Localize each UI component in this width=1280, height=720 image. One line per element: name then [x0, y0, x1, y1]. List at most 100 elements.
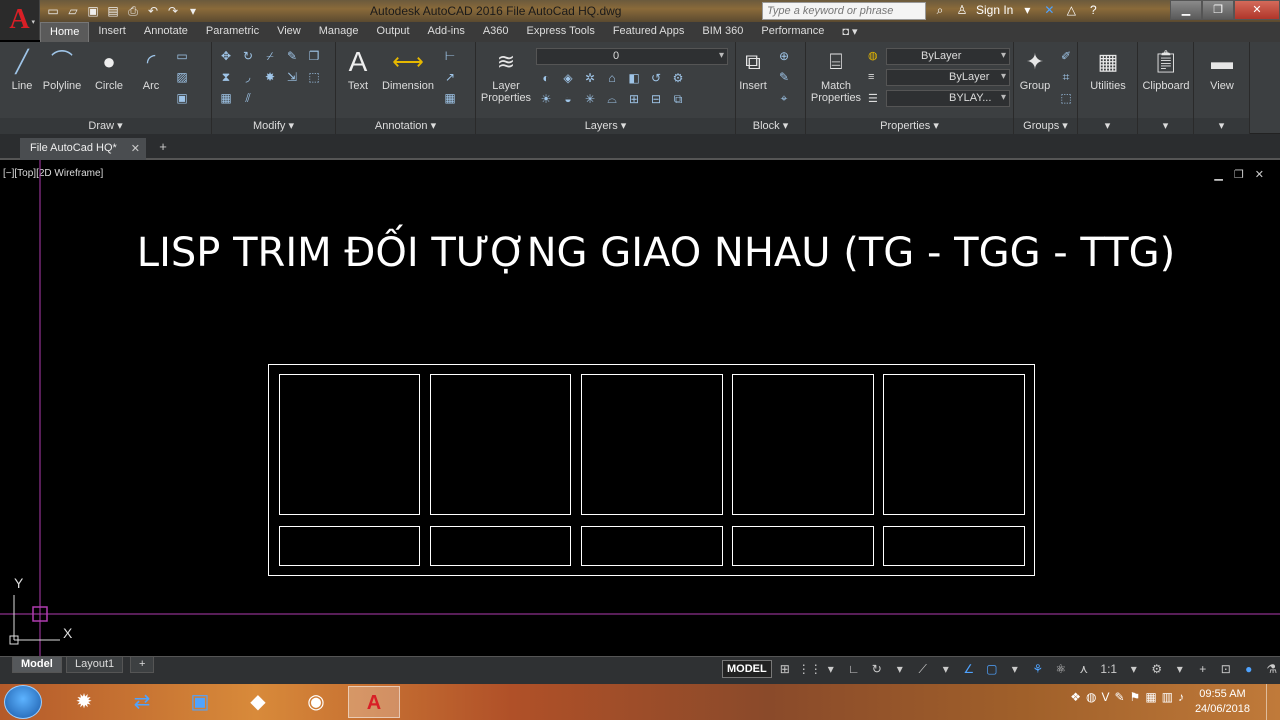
group-edit-icon[interactable]: ⌗ [1058, 69, 1074, 85]
tray-gadget-icon[interactable]: ▦ [1145, 690, 1156, 704]
model-space-button[interactable]: MODEL [722, 660, 772, 678]
open-file-icon[interactable]: ▱ [64, 3, 82, 19]
document-tab[interactable]: File AutoCad HQ* ✕ [20, 138, 146, 160]
table-icon[interactable]: ▦ [442, 90, 458, 106]
view-panel-title[interactable]: ▾ [1194, 118, 1249, 134]
tab-bim-360[interactable]: BIM 360 [693, 22, 752, 42]
tab-express-tools[interactable]: Express Tools [518, 22, 604, 42]
layer-freeze-icon[interactable]: ✲ [582, 70, 598, 86]
search-input[interactable]: Type a keyword or phrase [762, 2, 926, 20]
layer-merge-icon[interactable]: ⊞ [626, 91, 642, 107]
taskbar-teamviewer-icon[interactable]: ⇄ [116, 686, 168, 718]
sign-in-link[interactable]: Sign In [976, 3, 1013, 17]
workspace-gear-icon[interactable]: ⚙ [1147, 659, 1167, 679]
tab-output[interactable]: Output [368, 22, 419, 42]
annotation-monitor-icon[interactable]: + [1193, 659, 1213, 679]
layer-previous-icon[interactable]: ↺ [648, 70, 664, 86]
polar-tracking-icon[interactable]: ↻ [867, 659, 887, 679]
explode-icon[interactable]: ✸ [262, 69, 278, 85]
tray-app-icon[interactable]: ◍ [1086, 690, 1096, 704]
ortho-icon[interactable]: ∟ [844, 659, 864, 679]
workspace-menu-icon[interactable]: ▾ [1170, 659, 1190, 679]
color-dropdown[interactable]: ByLayer [886, 48, 1010, 65]
match-properties-tool[interactable]: ⌸ Match Properties [810, 46, 862, 104]
tab-view[interactable]: View [268, 22, 310, 42]
mirror-icon[interactable]: ⧗ [218, 69, 234, 85]
layer-walk-icon[interactable]: ⚙ [670, 70, 686, 86]
new-file-icon[interactable]: ▭ [44, 3, 62, 19]
block-panel-title[interactable]: Block ▾ [736, 118, 805, 134]
array-icon[interactable]: ▦ [218, 90, 234, 106]
layer-state-icon[interactable]: ◒ [560, 91, 576, 107]
object-snap-icon[interactable]: ▢ [982, 659, 1002, 679]
isodraft-icon[interactable]: ⟋ [913, 659, 933, 679]
hardware-acceleration-icon[interactable]: ⚗ [1262, 659, 1280, 679]
create-block-icon[interactable]: ⊕ [776, 48, 792, 64]
volume-icon[interactable]: ♪ [1178, 690, 1184, 704]
tab-featured-apps[interactable]: Featured Apps [604, 22, 694, 42]
plot-icon[interactable]: ⎙ [124, 3, 142, 19]
tab-insert[interactable]: Insert [89, 22, 135, 42]
taskbar-chrome-icon[interactable]: ◉ [290, 686, 342, 718]
line-tool[interactable]: ╱ Line [4, 46, 40, 92]
properties-panel-title[interactable]: Properties ▾ [806, 118, 1013, 134]
network-icon[interactable]: ▥ [1162, 690, 1173, 704]
osnap-menu-icon[interactable]: ▾ [1005, 659, 1025, 679]
start-button[interactable] [4, 685, 42, 719]
tab-layout1[interactable]: Layout1 [66, 657, 124, 673]
units-icon[interactable]: ⊡ [1216, 659, 1236, 679]
show-desktop-button[interactable] [1266, 684, 1280, 720]
taskbar-autocad-icon[interactable]: A [348, 686, 400, 718]
isolate-objects-icon[interactable]: ● [1239, 659, 1259, 679]
tab-manage[interactable]: Manage [310, 22, 368, 42]
taskbar-app-1-icon[interactable]: ✹ [58, 686, 110, 718]
grid-icon[interactable]: ⊞ [775, 659, 795, 679]
polyline-tool[interactable]: ⌒ Polyline [40, 46, 84, 92]
text-tool[interactable]: A Text [342, 46, 374, 92]
help-icon[interactable]: ? [1085, 2, 1101, 18]
circle-tool[interactable]: ● Circle [90, 46, 128, 92]
insert-block-tool[interactable]: ⧉ Insert [736, 46, 770, 92]
layer-isolate-icon[interactable]: ◈ [560, 70, 576, 86]
new-tab-icon[interactable]: + [154, 140, 172, 156]
move-icon[interactable]: ✥ [218, 48, 234, 64]
leader-icon[interactable]: ↗ [442, 69, 458, 85]
erase-icon[interactable]: ✎ [284, 48, 300, 64]
region-icon[interactable]: ▣ [174, 90, 190, 106]
edit-block-icon[interactable]: ✎ [776, 69, 792, 85]
user-icon[interactable]: ♙ [954, 2, 970, 18]
group-select-icon[interactable]: ⬚ [1058, 90, 1074, 106]
layer-properties-tool[interactable]: ≋ Layer Properties [478, 46, 534, 104]
view-tool[interactable]: ▬ View [1194, 46, 1250, 92]
iso-menu-icon[interactable]: ▾ [936, 659, 956, 679]
layer-lock-icon[interactable]: ⌂ [604, 70, 620, 86]
dimension-tool[interactable]: ⟷ Dimension [380, 46, 436, 92]
binoculars-icon[interactable]: ⌕ [932, 2, 948, 18]
tray-v-icon[interactable]: V [1101, 690, 1109, 704]
scale-menu-icon[interactable]: ▾ [1124, 659, 1144, 679]
drawing-canvas[interactable]: [−][Top][2D Wireframe] ▁ ❐ ✕ LISP TRIM Đ… [0, 160, 1280, 656]
layer-off-icon[interactable]: ◐ [538, 70, 554, 86]
a360-icon[interactable]: △ [1063, 2, 1079, 18]
rectangle-icon[interactable]: ▭ [174, 48, 190, 64]
action-center-flag-icon[interactable]: ⚑ [1130, 690, 1141, 704]
layer-copy-icon[interactable]: ⧉ [670, 91, 686, 107]
layer-current-icon[interactable]: ☀ [538, 91, 554, 107]
lineweight-dropdown[interactable]: BYLAY... [886, 90, 1010, 107]
arc-tool[interactable]: ◜ Arc [134, 46, 168, 92]
groups-panel-title[interactable]: Groups ▾ [1014, 118, 1077, 134]
auto-scale-icon[interactable]: ⚛ [1051, 659, 1071, 679]
snap-menu-icon[interactable]: ▾ [821, 659, 841, 679]
tab-home[interactable]: Home [40, 22, 90, 42]
fillet-icon[interactable]: ◞ [240, 69, 256, 85]
modify-panel-title[interactable]: Modify ▾ [212, 118, 335, 134]
annotation-scale-value[interactable]: 1:1 [1097, 659, 1121, 679]
clipboard-tool[interactable]: 📋︎ Clipboard [1138, 46, 1194, 92]
taskbar-media-icon[interactable]: ◆ [232, 686, 284, 718]
exchange-apps-icon[interactable]: ✕ [1041, 2, 1057, 18]
object-snap-tracking-icon[interactable]: ∠ [959, 659, 979, 679]
customize-qat-icon[interactable]: ▾ [184, 3, 202, 19]
minimize-icon[interactable]: ▁ [1170, 0, 1202, 20]
close-tab-icon[interactable]: ✕ [131, 142, 140, 155]
undo-icon[interactable]: ↶ [144, 3, 162, 19]
